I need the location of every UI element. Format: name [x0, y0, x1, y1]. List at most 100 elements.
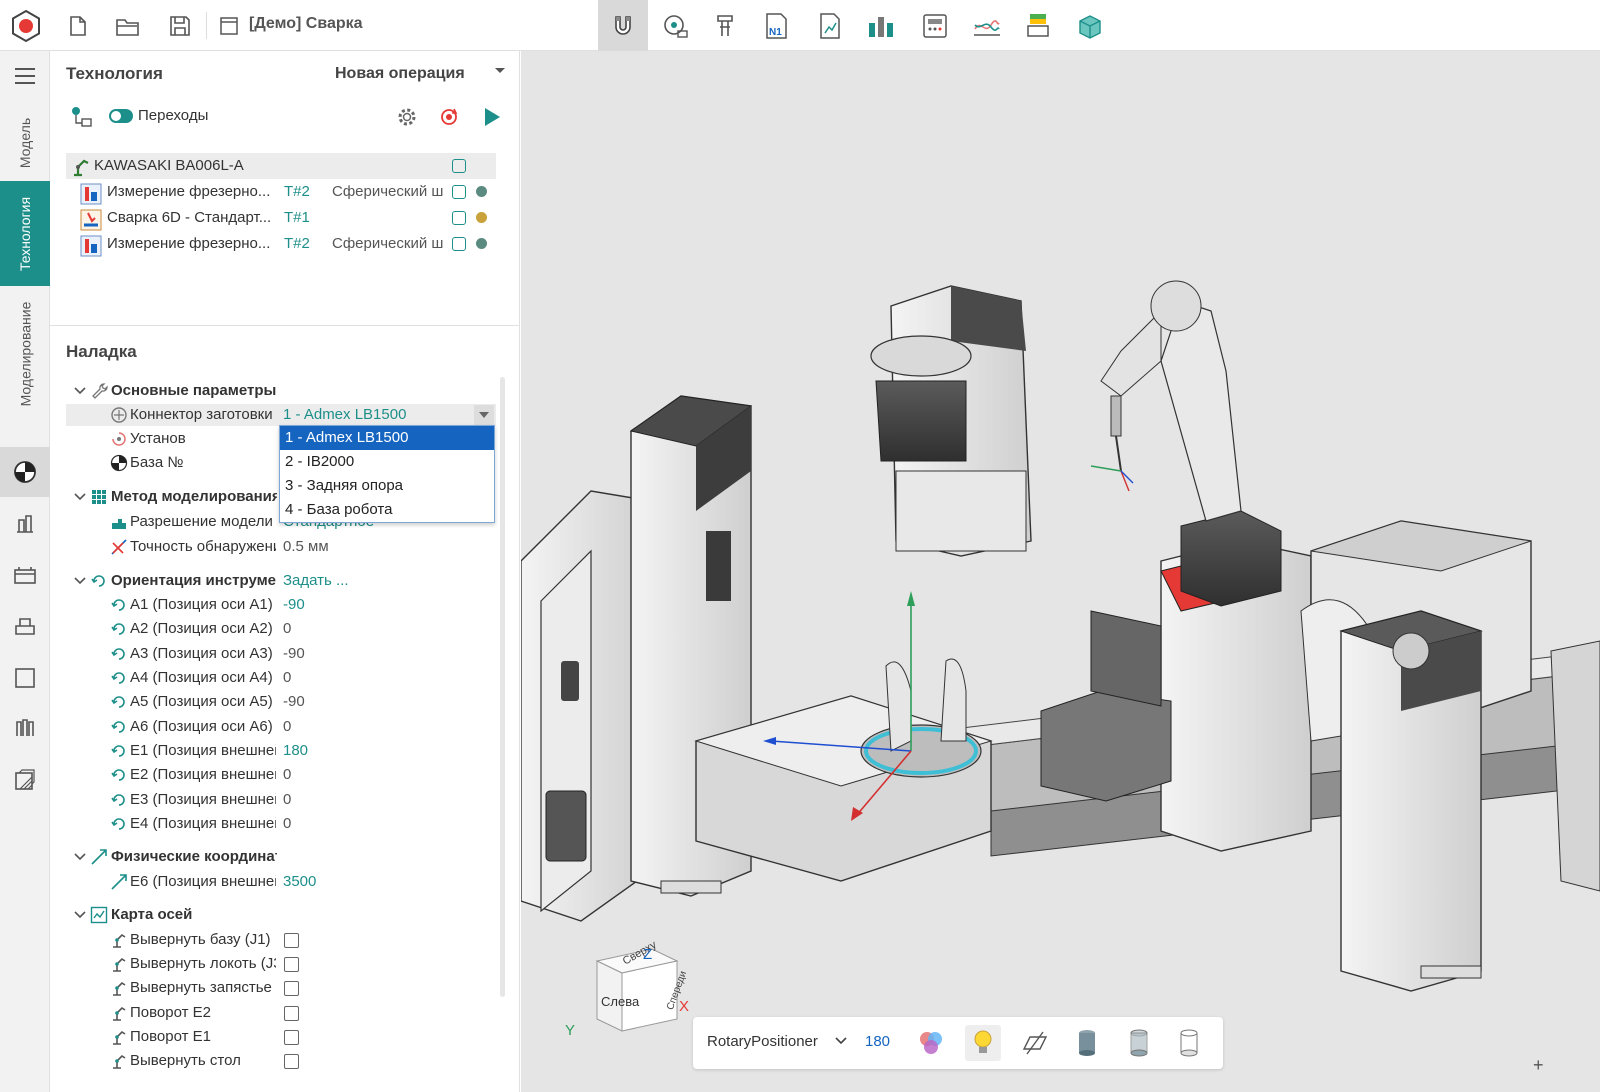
stock-solid-icon[interactable] [1069, 1025, 1105, 1061]
rotate-arrow-icon [111, 818, 125, 830]
connector-select[interactable]: 1 - Admex LB1500 [283, 406, 406, 423]
operation-tool: T#2 [284, 183, 310, 200]
stock-transparent-icon[interactable] [1121, 1025, 1157, 1061]
axis-z-label: Z [643, 946, 652, 963]
connector-dropdown-list[interactable]: 1 - Admex LB1500 2 - IB2000 3 - Задняя о… [279, 425, 495, 523]
axis-map-checkbox[interactable] [284, 957, 299, 972]
axis-label: E2 (Позиция внешней оси E2) [130, 766, 276, 783]
method-header[interactable]: Метод моделирования [111, 488, 277, 505]
operation-tool: T#1 [284, 209, 310, 226]
measurement-op-icon [80, 183, 102, 205]
axis-value[interactable]: 0 [283, 791, 291, 808]
axis-label: A2 (Позиция оси A2) [130, 620, 273, 637]
dropdown-option[interactable]: 2 - IB2000 [280, 450, 494, 474]
robot-visibility-checkbox[interactable] [452, 159, 466, 173]
axis-value[interactable]: 0 [283, 718, 291, 735]
tools-set-icon[interactable] [856, 0, 906, 51]
nc-program-icon[interactable]: N1 [752, 0, 802, 51]
axis-value[interactable]: 0 [283, 766, 291, 783]
stock-icon[interactable] [0, 551, 50, 601]
left-rail: Модель Технология Моделирование [0, 51, 50, 1092]
axis-map-checkbox[interactable] [284, 1030, 299, 1045]
stock-model-icon[interactable] [1065, 0, 1115, 51]
chevron-down-icon[interactable] [835, 1037, 847, 1045]
new-file-icon[interactable] [64, 0, 92, 51]
orientation-header[interactable]: Ориентация инструмента [111, 572, 277, 589]
orientation-set-link[interactable]: Задать ... [283, 572, 349, 589]
play-icon[interactable] [482, 106, 502, 128]
axis-value[interactable]: 0 [283, 620, 291, 637]
workpiece-icon[interactable] [0, 653, 50, 703]
axis-value[interactable]: 0 [283, 815, 291, 832]
machine-icon[interactable] [1013, 0, 1063, 51]
operation-visibility-checkbox[interactable] [452, 211, 466, 225]
rotate-arrow-icon [111, 672, 125, 684]
chevron-down-icon[interactable] [74, 909, 86, 921]
axis-map-checkbox[interactable] [284, 981, 299, 996]
positioner-select[interactable]: RotaryPositioner [707, 1033, 818, 1050]
view-cube[interactable]: Сверху Слева Спереди Z X Y [557, 939, 697, 1039]
dropdown-option[interactable]: 4 - База робота [280, 498, 494, 522]
tab-technology[interactable]: Технология [0, 181, 50, 286]
axis-label: E3 (Позиция внешней оси E3) [130, 791, 276, 808]
tool-library-icon[interactable] [650, 0, 700, 51]
light-bulb-icon[interactable] [965, 1025, 1001, 1061]
transitions-toggle[interactable] [108, 108, 134, 124]
save-icon[interactable] [165, 0, 195, 51]
graph-icon[interactable] [962, 0, 1012, 51]
axis-map-checkbox[interactable] [284, 1054, 299, 1069]
axis-value[interactable]: 180 [283, 742, 308, 759]
new-operation-button[interactable]: Новая операция [335, 65, 465, 83]
part-icon[interactable] [0, 601, 50, 651]
crosshair-icon[interactable]: + [1533, 1055, 1544, 1076]
open-folder-icon[interactable] [113, 0, 143, 51]
tool-holder-icon[interactable] [700, 0, 750, 51]
window-icon[interactable] [216, 0, 242, 51]
tab-model[interactable]: Модель [0, 103, 50, 183]
magnet-tool-icon[interactable] [598, 0, 648, 51]
axis-value[interactable]: -90 [283, 596, 305, 613]
chevron-down-icon[interactable] [495, 67, 505, 75]
setup-icon[interactable] [0, 447, 50, 497]
robot-joint-icon [113, 957, 126, 972]
setup-scrollbar[interactable] [500, 377, 505, 997]
top-toolbar: [Демо] Сварка N1 [0, 0, 1600, 51]
operation-visibility-checkbox[interactable] [452, 185, 466, 199]
tab-modeling[interactable]: Моделирование [0, 286, 50, 421]
chevron-down-icon[interactable] [74, 385, 86, 397]
accuracy-value[interactable]: 0.5 мм [283, 538, 329, 555]
positioner-value[interactable]: 180 [865, 1033, 890, 1050]
stock-wire-icon[interactable] [1171, 1025, 1207, 1061]
dropdown-option[interactable]: 3 - Задняя опора [280, 474, 494, 498]
chevron-down-icon[interactable] [74, 575, 86, 587]
chevron-down-icon[interactable] [74, 851, 86, 863]
transitions-tree-icon[interactable] [70, 105, 94, 129]
dropdown-option[interactable]: 1 - Admex LB1500 [280, 426, 494, 450]
axis-map-header[interactable]: Карта осей [111, 906, 277, 923]
3d-viewport[interactable]: Сверху Слева Спереди Z X Y RotaryPositio… [521, 51, 1600, 1092]
section-plane-icon[interactable] [1017, 1025, 1053, 1061]
calculator-icon[interactable] [910, 0, 960, 51]
fixtures-icon[interactable] [0, 499, 50, 549]
axis-map-checkbox[interactable] [284, 933, 299, 948]
physical-header[interactable]: Физические координаты [111, 848, 277, 865]
axis-value[interactable]: 0 [283, 669, 291, 686]
axis-value[interactable]: -90 [283, 645, 305, 662]
chevron-down-icon[interactable] [474, 405, 494, 425]
operation-visibility-checkbox[interactable] [452, 237, 466, 251]
app-logo-icon[interactable] [5, 0, 47, 51]
gear-icon[interactable] [396, 106, 418, 128]
color-mode-icon[interactable] [913, 1025, 949, 1061]
axis-value[interactable]: -90 [283, 693, 305, 710]
clamps-icon[interactable] [0, 703, 50, 753]
hamburger-menu-icon[interactable] [0, 51, 50, 101]
recalculate-icon[interactable] [438, 106, 460, 128]
chevron-down-icon[interactable] [74, 491, 86, 503]
axis-map-checkbox[interactable] [284, 1006, 299, 1021]
operation-tool: T#2 [284, 235, 310, 252]
report-icon[interactable] [805, 0, 855, 51]
basic-params-header[interactable]: Основные параметры [111, 382, 277, 399]
viewcube-left-label[interactable]: Слева [601, 994, 640, 1009]
hatched-model-icon[interactable] [0, 755, 50, 805]
e6-value[interactable]: 3500 [283, 873, 316, 890]
